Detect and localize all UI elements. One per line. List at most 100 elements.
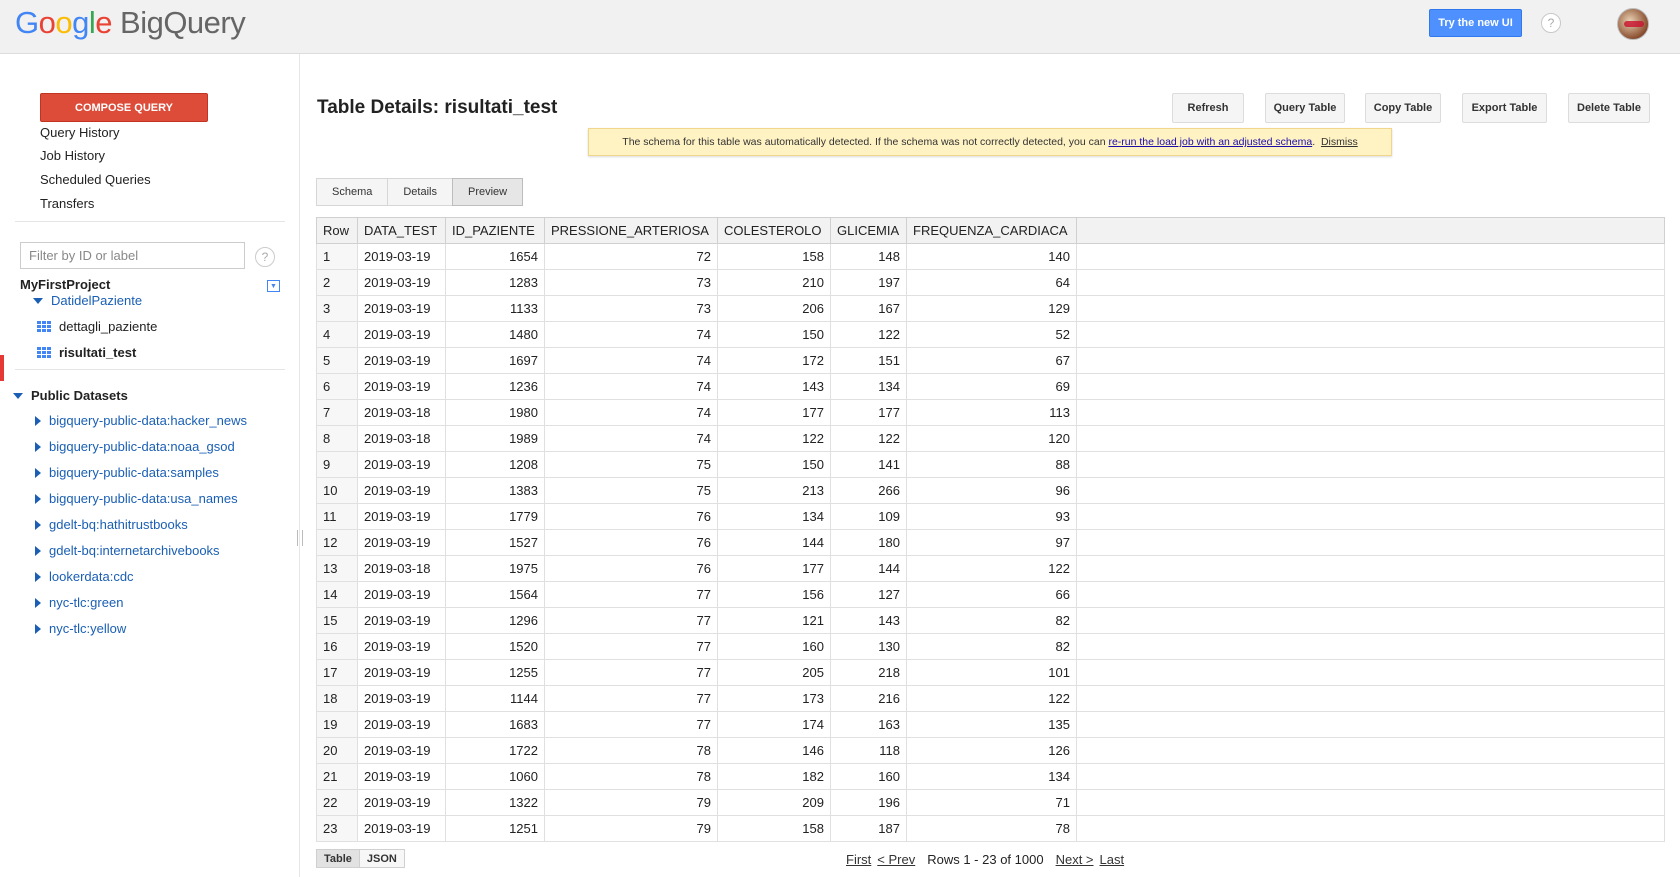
table-row: 3 2019-03-19 1133 73 206 167 129 [316, 295, 1665, 322]
next-page-link[interactable]: Next > [1056, 852, 1094, 867]
table-cell: 2019-03-18 [357, 555, 446, 582]
row-number-cell: 1 [316, 243, 358, 270]
export-table-button[interactable]: Export Table [1462, 93, 1547, 123]
tab-schema[interactable]: Schema [316, 178, 389, 206]
row-filler [1076, 503, 1665, 530]
try-new-ui-button[interactable]: Try the new UI [1429, 9, 1522, 37]
google-bigquery-logo[interactable]: Google BigQuery [15, 5, 246, 41]
table-cell: 78 [906, 815, 1077, 842]
first-page-link[interactable]: First [846, 852, 871, 867]
sidebar: COMPOSE QUERY Query History Job History … [0, 54, 303, 877]
public-dataset-item[interactable]: lookerdata:cdc [35, 569, 134, 584]
table-item-dettagli-paziente[interactable]: dettagli_paziente [37, 319, 157, 334]
table-cell: 1975 [445, 555, 545, 582]
table-row: 20 2019-03-19 1722 78 146 118 126 [316, 737, 1665, 764]
expand-arrow-icon[interactable] [35, 415, 41, 426]
table-view-button[interactable]: Table [316, 849, 360, 868]
row-filler [1076, 295, 1665, 322]
table-cell: 1255 [445, 659, 545, 686]
row-filler [1076, 399, 1665, 426]
sidebar-resize-handle[interactable] [297, 530, 303, 546]
public-dataset-item[interactable]: gdelt-bq:internetarchivebooks [35, 543, 220, 558]
table-cell: 2019-03-19 [357, 659, 446, 686]
table-cell: 74 [544, 399, 718, 426]
nav-scheduled-queries[interactable]: Scheduled Queries [40, 172, 151, 187]
last-page-link[interactable]: Last [1100, 852, 1125, 867]
table-item-risultati-test[interactable]: risultati_test [37, 345, 136, 360]
project-dropdown-icon[interactable]: ▼ [267, 280, 280, 292]
table-icon [37, 347, 51, 358]
row-number-cell: 7 [316, 399, 358, 426]
table-cell: 127 [830, 581, 907, 608]
public-dataset-item[interactable]: bigquery-public-data:hacker_news [35, 413, 247, 428]
nav-query-history[interactable]: Query History [40, 125, 119, 140]
table-cell: 1722 [445, 737, 545, 764]
public-datasets-header[interactable]: Public Datasets [13, 388, 128, 403]
nav-job-history[interactable]: Job History [40, 148, 105, 163]
table-cell: 79 [544, 815, 718, 842]
public-dataset-item[interactable]: bigquery-public-data:samples [35, 465, 219, 480]
row-number-cell: 8 [316, 425, 358, 452]
table-row: 12 2019-03-19 1527 76 144 180 97 [316, 529, 1665, 556]
table-cell: 1383 [445, 477, 545, 504]
table-body: 1 2019-03-19 1654 72 158 148 140 2 2019-03-19 128… [316, 243, 1665, 842]
filter-input[interactable] [20, 242, 245, 269]
table-cell: 140 [906, 243, 1077, 270]
table-cell: 143 [830, 607, 907, 634]
expand-arrow-icon[interactable] [35, 597, 41, 608]
rerun-load-job-link[interactable]: re-run the load job with an adjusted sch… [1108, 136, 1312, 148]
table-cell: 79 [544, 789, 718, 816]
row-number-cell: 15 [316, 607, 358, 634]
public-dataset-item[interactable]: bigquery-public-data:usa_names [35, 491, 238, 506]
tab-details[interactable]: Details [387, 178, 453, 206]
expand-arrow-icon[interactable] [35, 571, 41, 582]
help-icon[interactable]: ? [1541, 13, 1561, 33]
column-header: DATA_TEST [357, 217, 446, 244]
tab-preview[interactable]: Preview [451, 178, 524, 206]
row-number-cell: 2 [316, 269, 358, 296]
table-row: 2 2019-03-19 1283 73 210 197 64 [316, 269, 1665, 296]
expand-arrow-icon[interactable] [35, 519, 41, 530]
compose-query-button[interactable]: COMPOSE QUERY [40, 93, 208, 122]
table-cell: 2019-03-19 [357, 451, 446, 478]
copy-table-button[interactable]: Copy Table [1365, 93, 1441, 123]
nav-transfers[interactable]: Transfers [40, 196, 94, 211]
public-dataset-item[interactable]: gdelt-bq:hathitrustbooks [35, 517, 188, 532]
refresh-button[interactable]: Refresh [1172, 93, 1244, 123]
delete-table-button[interactable]: Delete Table [1568, 93, 1650, 123]
expand-arrow-icon[interactable] [35, 493, 41, 504]
table-cell: 82 [906, 633, 1077, 660]
table-row: 6 2019-03-19 1236 74 143 134 69 [316, 373, 1665, 400]
user-avatar[interactable] [1617, 8, 1649, 40]
table-cell: 120 [906, 425, 1077, 452]
table-cell: 1060 [445, 763, 545, 790]
dataset-datidelpaziente[interactable]: DatidelPaziente [33, 293, 142, 308]
prev-page-link[interactable]: < Prev [877, 852, 915, 867]
table-cell: 158 [717, 815, 831, 842]
expand-arrow-icon[interactable] [35, 467, 41, 478]
public-dataset-item[interactable]: nyc-tlc:yellow [35, 621, 126, 636]
row-number-cell: 16 [316, 633, 358, 660]
table-cell: 180 [830, 529, 907, 556]
project-name[interactable]: MyFirstProject [20, 277, 110, 292]
query-table-button[interactable]: Query Table [1265, 93, 1345, 123]
table-cell: 134 [830, 373, 907, 400]
expand-arrow-icon[interactable] [13, 392, 23, 399]
public-dataset-item[interactable]: nyc-tlc:green [35, 595, 123, 610]
public-dataset-item[interactable]: bigquery-public-data:noaa_gsod [35, 439, 235, 454]
table-cell: 93 [906, 503, 1077, 530]
table-cell: 2019-03-19 [357, 581, 446, 608]
table-tabs: Schema Details Preview [316, 178, 524, 206]
expand-arrow-icon[interactable] [33, 297, 43, 304]
table-cell: 130 [830, 633, 907, 660]
json-view-button[interactable]: JSON [358, 849, 405, 868]
filter-help-icon[interactable]: ? [255, 247, 275, 267]
table-cell: 209 [717, 789, 831, 816]
expand-arrow-icon[interactable] [35, 441, 41, 452]
table-cell: 82 [906, 607, 1077, 634]
expand-arrow-icon[interactable] [35, 545, 41, 556]
expand-arrow-icon[interactable] [35, 623, 41, 634]
table-cell: 205 [717, 659, 831, 686]
table-cell: 1208 [445, 451, 545, 478]
dismiss-link[interactable]: Dismiss [1321, 136, 1358, 148]
